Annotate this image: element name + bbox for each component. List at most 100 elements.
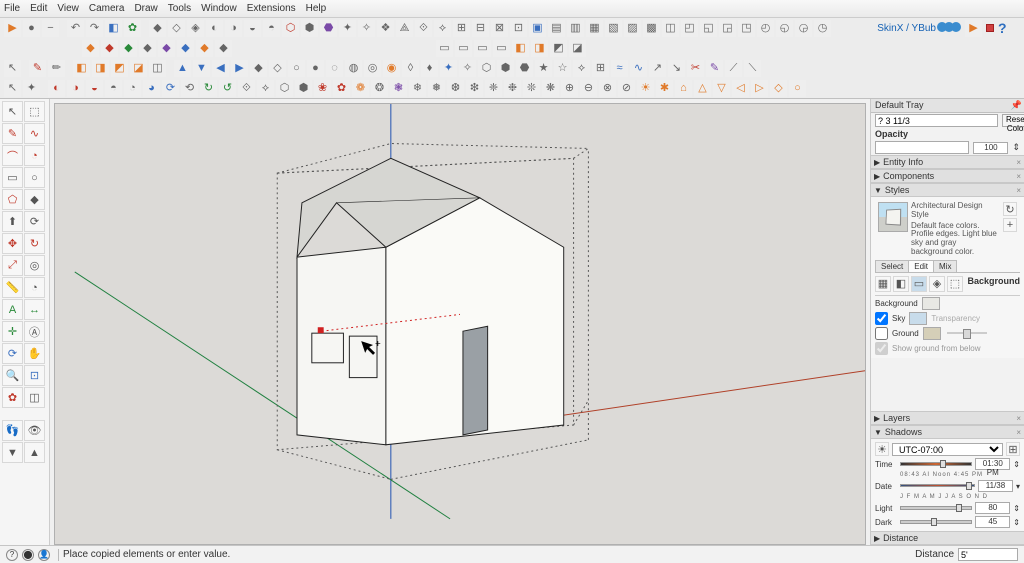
distance-input[interactable] — [958, 548, 1018, 561]
tool-10-icon[interactable]: ⬣ — [320, 20, 337, 37]
row2-02-icon[interactable]: ◆ — [101, 40, 118, 57]
tool-28-icon[interactable]: ◫ — [662, 20, 679, 37]
brand-stop-icon[interactable] — [986, 24, 994, 32]
row4-14-icon[interactable]: ⟡ — [257, 80, 274, 97]
row4-39-icon[interactable]: ◁ — [732, 80, 749, 97]
shadows-toggle-icon[interactable]: ☀ — [875, 442, 889, 456]
row4-05-icon[interactable]: ◒ — [86, 80, 103, 97]
row4-17-icon[interactable]: ❀ — [314, 80, 331, 97]
row4-12-icon[interactable]: ↺ — [219, 80, 236, 97]
row4-02-icon[interactable]: ✦ — [23, 80, 40, 97]
lt-position-icon[interactable]: ▲ — [24, 442, 45, 463]
tool-26-icon[interactable]: ▨ — [624, 20, 641, 37]
menu-draw[interactable]: Draw — [134, 3, 157, 14]
tool-16-icon[interactable]: ⟡ — [434, 20, 451, 37]
lt-offset-icon[interactable]: ◎ — [24, 255, 45, 276]
cube-icon[interactable]: ◧ — [105, 20, 122, 37]
lt-arc-icon[interactable]: ⌒ — [2, 145, 23, 166]
lt-move-icon[interactable]: ✥ — [2, 233, 23, 254]
brand-play-icon[interactable]: ▶ — [965, 20, 982, 37]
shadow-settings-icon[interactable]: ⊞ — [1006, 442, 1020, 456]
lt-lasso-icon[interactable]: ⬚ — [24, 101, 45, 122]
row3-14-icon[interactable]: ○ — [288, 60, 305, 77]
row3-31-icon[interactable]: ≈ — [611, 60, 628, 77]
row4-24-icon[interactable]: ❆ — [447, 80, 464, 97]
undo-icon[interactable]: ↶ — [67, 20, 84, 37]
tool-05-icon[interactable]: ◑ — [225, 20, 242, 37]
time-stepper-icon[interactable]: ⇕ — [1013, 460, 1020, 469]
row4-11-icon[interactable]: ↻ — [200, 80, 217, 97]
minus-icon[interactable]: − — [42, 20, 59, 37]
row4-08-icon[interactable]: ◕ — [143, 80, 160, 97]
select-arrow-icon[interactable]: ↖ — [4, 60, 21, 77]
model-settings-icon[interactable]: ⬚ — [947, 276, 963, 292]
row3-18-icon[interactable]: ◎ — [364, 60, 381, 77]
row2-11-icon[interactable]: ▭ — [474, 40, 491, 57]
row2-14-icon[interactable]: ◨ — [531, 40, 548, 57]
row3-12-icon[interactable]: ◆ — [250, 60, 267, 77]
row3-24-icon[interactable]: ⬡ — [478, 60, 495, 77]
lt-walk-icon[interactable]: 👣 — [2, 420, 23, 441]
row4-37-icon[interactable]: △ — [694, 80, 711, 97]
status-info-icon[interactable]: ? — [6, 549, 18, 561]
edge-settings-icon[interactable]: ▦ — [875, 276, 891, 292]
tool-07-icon[interactable]: ◓ — [263, 20, 280, 37]
lt-3dtext-icon[interactable]: Ⓐ — [24, 321, 45, 342]
tool-34-icon[interactable]: ◵ — [776, 20, 793, 37]
row3-28-icon[interactable]: ☆ — [554, 60, 571, 77]
lt-pie-icon[interactable]: ◔ — [24, 145, 45, 166]
row3-33-icon[interactable]: ↗ — [649, 60, 666, 77]
row3-35-icon[interactable]: ✂ — [687, 60, 704, 77]
row4-18-icon[interactable]: ✿ — [333, 80, 350, 97]
row4-40-icon[interactable]: ▷ — [751, 80, 768, 97]
style-update-icon[interactable]: ↻ — [1003, 202, 1017, 216]
menu-file[interactable]: File — [4, 3, 20, 14]
style-tab-mix[interactable]: Mix — [933, 260, 957, 272]
tool-29-icon[interactable]: ◰ — [681, 20, 698, 37]
lt-dim-icon[interactable]: ↔ — [24, 299, 45, 320]
row4-15-icon[interactable]: ⬡ — [276, 80, 293, 97]
tool-33-icon[interactable]: ◴ — [757, 20, 774, 37]
date-picker-icon[interactable]: ▾ — [1016, 482, 1020, 491]
lt-zoomext-icon[interactable]: ⊡ — [24, 365, 45, 386]
lt-look-icon[interactable]: 👁 — [24, 420, 45, 441]
watermark-icon[interactable]: ◈ — [929, 276, 945, 292]
row4-42-icon[interactable]: ○ — [789, 80, 806, 97]
row4-13-icon[interactable]: ⟐ — [238, 80, 255, 97]
tool-15-icon[interactable]: ⟐ — [415, 20, 432, 37]
tool-25-icon[interactable]: ▧ — [605, 20, 622, 37]
row3-03-icon[interactable]: ◧ — [73, 60, 90, 77]
bg-settings-icon[interactable]: ▭ — [911, 276, 927, 292]
row3-34-icon[interactable]: ↘ — [668, 60, 685, 77]
menu-view[interactable]: View — [57, 3, 79, 14]
bg-color-swatch[interactable] — [922, 297, 940, 310]
tool-35-icon[interactable]: ◶ — [795, 20, 812, 37]
dark-slider[interactable] — [900, 520, 972, 524]
status-user-icon[interactable]: 👤 — [38, 549, 50, 561]
row4-27-icon[interactable]: ❉ — [504, 80, 521, 97]
reset-color-button[interactable]: Reset Color — [1002, 114, 1024, 127]
tool-06-icon[interactable]: ◒ — [244, 20, 261, 37]
row3-26-icon[interactable]: ⬣ — [516, 60, 533, 77]
lt-polygon-icon[interactable]: ⬠ — [2, 189, 23, 210]
style-tab-edit[interactable]: Edit — [908, 260, 934, 272]
row4-07-icon[interactable]: ◔ — [124, 80, 141, 97]
row3-06-icon[interactable]: ◪ — [130, 60, 147, 77]
lt-pan-icon[interactable]: ✋ — [24, 343, 45, 364]
row2-12-icon[interactable]: ▭ — [493, 40, 510, 57]
menu-edit[interactable]: Edit — [30, 3, 47, 14]
lt-circle-icon[interactable]: ○ — [24, 167, 45, 188]
row3-11-icon[interactable]: ▶ — [231, 60, 248, 77]
tool-18-icon[interactable]: ⊟ — [472, 20, 489, 37]
lt-zoom-icon[interactable]: 🔍 — [2, 365, 23, 386]
opacity-stepper-icon[interactable]: ⇕ — [1012, 142, 1020, 153]
row2-10-icon[interactable]: ▭ — [455, 40, 472, 57]
row3-02-icon[interactable]: ✏ — [48, 60, 65, 77]
row4-26-icon[interactable]: ❈ — [485, 80, 502, 97]
tool-27-icon[interactable]: ▩ — [643, 20, 660, 37]
play-icon[interactable]: ▶ — [4, 20, 21, 37]
row2-15-icon[interactable]: ◩ — [550, 40, 567, 57]
tool-22-icon[interactable]: ▤ — [548, 20, 565, 37]
row4-32-icon[interactable]: ⊗ — [599, 80, 616, 97]
menu-camera[interactable]: Camera — [89, 3, 125, 14]
